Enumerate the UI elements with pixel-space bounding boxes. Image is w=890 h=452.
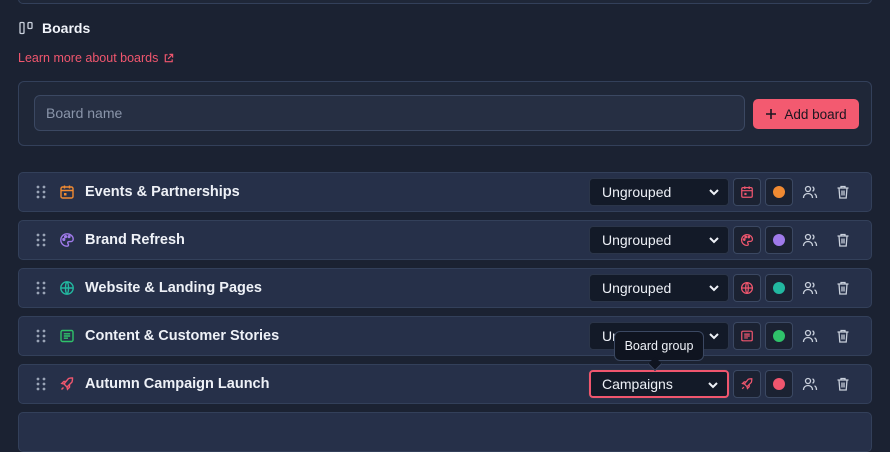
- members-icon[interactable]: [802, 328, 818, 344]
- board-group-select[interactable]: Campaigns: [589, 370, 729, 398]
- board-icon-button[interactable]: [733, 322, 761, 350]
- members-icon[interactable]: [802, 184, 818, 200]
- board-row: Autumn Campaign Launch Campaigns: [18, 364, 872, 404]
- palette-icon: [60, 233, 74, 247]
- previous-panel-edge: [18, 0, 872, 4]
- members-icon[interactable]: [802, 280, 818, 296]
- plus-icon: [766, 109, 777, 119]
- color-swatch: [773, 186, 785, 198]
- section-header: Boards: [18, 18, 90, 38]
- rocket-icon: [60, 377, 74, 391]
- board-color-button[interactable]: [765, 178, 793, 206]
- board-icon-button[interactable]: [733, 274, 761, 302]
- board-icon-button[interactable]: [733, 226, 761, 254]
- rocket-icon: [741, 378, 753, 390]
- drag-handle-icon[interactable]: [35, 328, 47, 344]
- board-name: Content & Customer Stories: [85, 328, 280, 344]
- board-row: [18, 412, 872, 452]
- color-swatch: [773, 234, 785, 246]
- trash-icon[interactable]: [835, 280, 851, 296]
- board-color-button[interactable]: [765, 370, 793, 398]
- board-group-value: Campaigns: [602, 376, 673, 392]
- palette-icon: [741, 233, 754, 247]
- chevron-down-icon: [709, 189, 719, 196]
- board-group-select[interactable]: Ungrouped: [589, 274, 729, 302]
- board-name: Brand Refresh: [85, 232, 185, 248]
- board-color-button[interactable]: [765, 274, 793, 302]
- section-title: Boards: [42, 20, 91, 36]
- external-link-icon: [165, 53, 174, 62]
- trash-icon[interactable]: [835, 184, 851, 200]
- tooltip-text: Board group: [624, 339, 694, 353]
- board-color-button[interactable]: [765, 226, 793, 254]
- add-board-label: Add board: [784, 106, 847, 122]
- drag-handle-icon[interactable]: [35, 232, 47, 248]
- board-group-select[interactable]: Ungrouped: [589, 226, 729, 254]
- members-icon[interactable]: [802, 232, 818, 248]
- newspaper-icon: [60, 329, 74, 343]
- chevron-down-icon: [709, 285, 719, 292]
- newspaper-icon: [741, 330, 753, 342]
- drag-handle-icon[interactable]: [35, 280, 47, 296]
- board-name: Autumn Campaign Launch: [85, 376, 270, 392]
- calendar-icon: [741, 186, 753, 198]
- board-group-select[interactable]: Ungrouped: [589, 178, 729, 206]
- trash-icon[interactable]: [835, 232, 851, 248]
- board-name: Events & Partnerships: [85, 184, 240, 200]
- board-name: Website & Landing Pages: [85, 280, 262, 296]
- globe-icon: [740, 281, 754, 295]
- chevron-down-icon: [709, 237, 719, 244]
- board-group-value: Ungrouped: [602, 184, 672, 200]
- color-swatch: [773, 282, 785, 294]
- board-row: Website & Landing Pages Ungrouped: [18, 268, 872, 308]
- board-group-value: Ungrouped: [602, 232, 672, 248]
- chevron-down-icon: [708, 382, 718, 389]
- add-board-button[interactable]: Add board: [753, 99, 859, 129]
- color-swatch: [773, 330, 785, 342]
- chevron-down-icon: [709, 333, 719, 340]
- members-icon[interactable]: [802, 376, 818, 392]
- learn-more-label: Learn more about boards: [18, 51, 159, 65]
- board-group-tooltip: Board group: [614, 331, 704, 361]
- boards-icon: [19, 21, 33, 35]
- board-row: Content & Customer Stories Ungrouped: [18, 316, 872, 356]
- color-swatch: [773, 378, 785, 390]
- calendar-icon: [60, 185, 74, 199]
- board-name-input[interactable]: [34, 95, 745, 131]
- learn-more-link[interactable]: Learn more about boards: [18, 51, 174, 65]
- globe-icon: [60, 281, 74, 295]
- add-board-panel: Add board: [18, 81, 872, 146]
- trash-icon[interactable]: [835, 376, 851, 392]
- board-icon-button[interactable]: [733, 370, 761, 398]
- board-color-button[interactable]: [765, 322, 793, 350]
- drag-handle-icon[interactable]: [35, 376, 47, 392]
- trash-icon[interactable]: [835, 328, 851, 344]
- board-row: Events & Partnerships Ungrouped: [18, 172, 872, 212]
- drag-handle-icon[interactable]: [35, 184, 47, 200]
- board-group-value: Ungrouped: [602, 280, 672, 296]
- board-row: Brand Refresh Ungrouped: [18, 220, 872, 260]
- board-icon-button[interactable]: [733, 178, 761, 206]
